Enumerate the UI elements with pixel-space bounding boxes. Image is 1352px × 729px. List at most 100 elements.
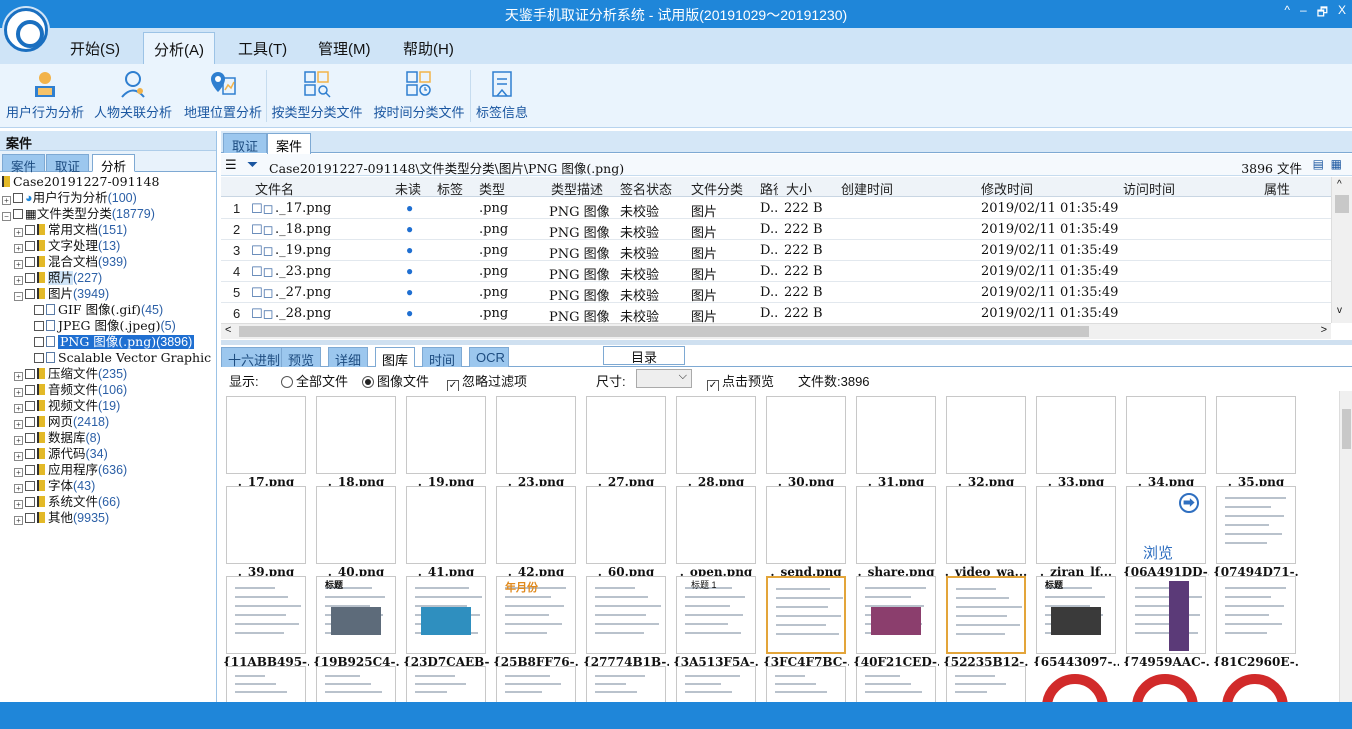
tree-node-source[interactable]: + 源代码(34) <box>14 446 108 462</box>
checkbox[interactable] <box>13 209 23 219</box>
minimize-button[interactable]: – <box>1300 3 1307 24</box>
gallery-thumbnail[interactable]: 标题 {19B925C4-... <box>313 576 399 669</box>
col-path[interactable]: 路径 <box>760 179 778 198</box>
expand-icon[interactable]: + <box>14 228 23 237</box>
checkbox[interactable] <box>25 417 35 427</box>
gallery-thumbnail[interactable]: ._30.png <box>766 396 846 489</box>
tab-hex[interactable]: 十六进制 <box>221 347 288 368</box>
tree-node-other[interactable]: + 其他(9935) <box>14 510 109 526</box>
gallery-thumbnail[interactable]: ._31.png <box>856 396 936 489</box>
radio-icon[interactable] <box>281 376 293 388</box>
gallery-thumbnail[interactable]: ._33.png <box>1036 396 1116 489</box>
tree-node-photos[interactable]: + 照片(227) <box>14 270 102 286</box>
checkbox[interactable] <box>25 433 35 443</box>
table-row[interactable]: 1 ☐◻ ._17.png ● .png PNG 图像 未校验 图片 D.. 222 B 2019… <box>221 198 1331 220</box>
gallery-thumbnail[interactable]: 标题 {65443097-... <box>1033 576 1119 669</box>
tree-node-case[interactable]: Case20191227-091148 <box>2 174 159 190</box>
radio-image-files[interactable]: 图像文件 <box>362 371 429 390</box>
tab-evidence-main[interactable]: 取证 <box>223 133 268 154</box>
tab-preview[interactable]: 预览 <box>281 347 322 368</box>
checkbox[interactable] <box>25 273 35 283</box>
gallery-thumbnail[interactable]: 标题 1 {3A513F5A-... <box>673 576 759 669</box>
tree-node-video[interactable]: + 视频文件(19) <box>14 398 120 414</box>
gallery-thumbnail[interactable]: ._42.png <box>496 486 576 579</box>
directory-button[interactable]: 目录 <box>603 346 685 365</box>
gallery-thumbnail[interactable]: ._60.png <box>586 486 666 579</box>
table-row[interactable]: 6 ☐◻ ._28.png ● .png PNG 图像 未校验 图片 D.. 222 B 2019… <box>221 303 1331 323</box>
expand-icon[interactable]: + <box>14 404 23 413</box>
size-select[interactable]: ⌵ <box>636 369 692 388</box>
classify-by-type-button[interactable]: 按类型分类文件 <box>270 68 364 124</box>
app-logo-icon[interactable] <box>4 8 48 52</box>
tab-case[interactable]: 案件 <box>2 154 46 174</box>
tree-node-archives[interactable]: + 压缩文件(235) <box>14 366 127 382</box>
gallery-thumbnail[interactable] <box>946 666 1026 702</box>
tab-evidence[interactable]: 取证 <box>46 154 90 174</box>
gallery-thumbnail[interactable] <box>586 666 666 702</box>
gallery-thumbnail[interactable] <box>226 666 306 702</box>
col-attr[interactable]: 属性 <box>1264 179 1290 198</box>
gallery-thumbnail[interactable]: {27774B1B-... <box>583 576 669 669</box>
gallery-thumbnail[interactable]: ⮕浏览{06A491DD-... <box>1123 486 1209 579</box>
checkbox[interactable] <box>34 353 44 363</box>
col-size[interactable]: 大小 <box>786 179 812 198</box>
gallery-thumbnail[interactable]: ._41.png <box>406 486 486 579</box>
gallery-thumbnail[interactable] <box>1126 666 1206 702</box>
gallery-thumbnail[interactable]: {40F21CED-... <box>853 576 939 669</box>
scroll-thumb[interactable] <box>239 326 1089 337</box>
gallery-thumbnail[interactable] <box>496 666 576 702</box>
close-button[interactable]: X <box>1338 3 1346 24</box>
gallery-thumbnail[interactable] <box>406 666 486 702</box>
tab-analysis[interactable]: 分析 <box>92 154 136 174</box>
checkbox[interactable] <box>25 369 35 379</box>
gallery-thumbnail[interactable]: {23D7CAEB-... <box>403 576 489 669</box>
gallery-thumbnail[interactable]: ._34.png <box>1126 396 1206 489</box>
tree-node-fonts[interactable]: + 字体(43) <box>14 478 95 494</box>
scroll-thumb[interactable] <box>1342 409 1351 449</box>
menu-tools[interactable]: 工具(T) <box>230 36 295 61</box>
gallery-thumbnail[interactable]: {81C2960E-... <box>1213 576 1299 669</box>
gallery-thumbnail[interactable] <box>856 666 936 702</box>
menu-analysis[interactable]: 分析(A) <box>143 32 215 64</box>
table-row[interactable]: 2 ☐◻ ._18.png ● .png PNG 图像 未校验 图片 D.. 222 B 2019… <box>221 219 1331 241</box>
checkbox[interactable] <box>25 449 35 459</box>
table-row[interactable]: 5 ☐◻ ._27.png ● .png PNG 图像 未校验 图片 D.. 222 B 2019… <box>221 282 1331 304</box>
checkbox[interactable] <box>34 305 44 315</box>
checkbox[interactable] <box>25 241 35 251</box>
gallery-thumbnail[interactable]: ._ziran_lf... <box>1036 486 1116 579</box>
ribbon-collapse-button[interactable]: ^ <box>1284 3 1290 24</box>
col-ctime[interactable]: 创建时间 <box>841 179 893 198</box>
gallery-thumbnail[interactable]: ._27.png <box>586 396 666 489</box>
tag-info-button[interactable]: 标签信息 <box>474 68 530 124</box>
gallery-thumbnail[interactable]: {74959AAC-... <box>1123 576 1209 669</box>
tree-node-gif[interactable]: GIF 图像(.gif)(45) <box>34 302 163 318</box>
expand-icon[interactable]: + <box>14 436 23 445</box>
col-name[interactable]: 文件名 <box>255 179 294 198</box>
col-category[interactable]: 文件分类 <box>691 179 743 198</box>
report-icon[interactable]: ▦ <box>1331 157 1342 171</box>
scroll-left-icon[interactable]: < <box>225 324 231 336</box>
tree-node-user-behavior[interactable]: + ◕用户行为分析(100) <box>2 190 137 206</box>
tree-node-audio[interactable]: + 音频文件(106) <box>14 382 127 398</box>
classify-by-time-button[interactable]: 按时间分类文件 <box>372 68 466 124</box>
list-view-icon[interactable]: ☰ <box>225 157 237 173</box>
expand-icon[interactable]: + <box>14 516 23 525</box>
checkbox[interactable] <box>25 257 35 267</box>
col-type-desc[interactable]: 类型描述 <box>551 179 603 198</box>
person-relation-button[interactable]: 人物关联分析 <box>92 68 174 124</box>
tree-node-mixed-docs[interactable]: + 混合文档(939) <box>14 254 127 270</box>
tree-node-file-type[interactable]: − ▦文件类型分类(18779) <box>2 206 155 222</box>
expand-icon[interactable]: + <box>14 388 23 397</box>
scroll-right-icon[interactable]: > <box>1321 324 1327 336</box>
gallery-thumbnail[interactable]: ._23.png <box>496 396 576 489</box>
table-horizontal-scrollbar[interactable]: < > <box>221 323 1331 339</box>
tab-case-main[interactable]: 案件 <box>267 133 312 154</box>
gallery-thumbnail[interactable]: {52235B12-... <box>943 576 1029 669</box>
checkbox[interactable] <box>13 193 23 203</box>
gallery-thumbnail[interactable]: ._35.png <box>1216 396 1296 489</box>
restore-button[interactable]: 🗗 <box>1317 3 1328 24</box>
gallery-thumbnail[interactable]: ._send.png <box>766 486 846 579</box>
gallery-thumbnail[interactable]: ._open.png <box>676 486 756 579</box>
checkbox[interactable] <box>34 321 44 331</box>
col-signature[interactable]: 签名状态 <box>620 179 672 198</box>
